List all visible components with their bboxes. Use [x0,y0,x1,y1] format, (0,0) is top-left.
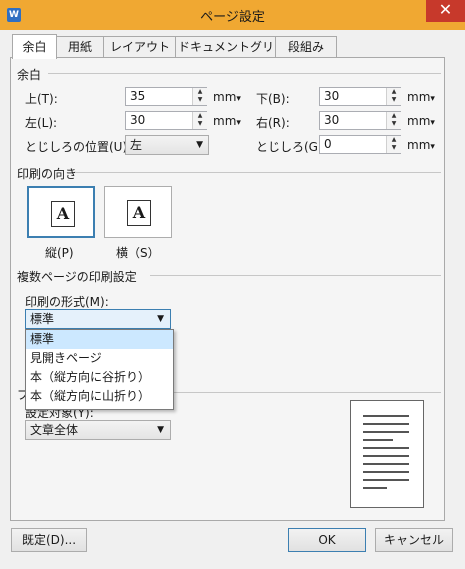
unit-text: mm [407,138,431,152]
section-divider [76,172,441,173]
apply-to-select[interactable]: 文章全体 ▼ [25,420,171,440]
bottom-margin-value: 30 [324,89,340,103]
left-margin-unit[interactable]: mm▾ [213,114,241,128]
tab-paper[interactable]: 用紙 [55,36,105,57]
preview-line [363,479,409,481]
gutter-position-select[interactable]: 左 ▼ [125,135,209,155]
top-margin-spinner[interactable]: ▲ ▼ [192,88,207,105]
preview-line [363,455,409,457]
chevron-down-icon: ▾ [430,142,435,152]
section-orientation: 印刷の向き [17,167,78,181]
gutter-label: とじしろ(G): [256,140,327,154]
gutter-spinner[interactable]: ▲ ▼ [386,136,401,153]
unit-text: mm [407,90,431,104]
top-margin-unit[interactable]: mm▾ [213,90,241,104]
close-button[interactable]: ✕ [426,0,465,22]
tab-layout[interactable]: レイアウト [103,36,177,57]
print-format-label: 印刷の形式(M): [25,295,109,309]
print-format-dropdown: 標準 見開きページ 本（縦方向に谷折り） 本（縦方向に山折り） [25,329,174,410]
preview-line [363,423,409,425]
landscape-label: 横（S） [116,246,160,260]
section-margins: 余白 [17,68,42,82]
right-margin-spinner[interactable]: ▲ ▼ [386,112,401,129]
chevron-down-icon: ▼ [196,140,203,150]
left-margin-label: 左(L): [25,116,58,130]
chevron-down-icon: ▼ [157,425,164,435]
left-margin-spinner[interactable]: ▲ ▼ [192,112,207,129]
right-margin-value: 30 [324,113,340,127]
tab-margins[interactable]: 余白 [12,34,57,59]
dropdown-option-book-mountain[interactable]: 本（縦方向に山折り） [26,387,173,406]
gutter-position-label: とじしろの位置(U): [25,140,132,154]
gutter-position-value: 左 [130,138,143,152]
left-margin-value: 30 [130,113,146,127]
unit-text: mm [213,114,237,128]
unit-text: mm [213,90,237,104]
chevron-down-icon: ▾ [430,118,435,128]
ok-button[interactable]: OK [288,528,366,552]
preview-line [363,431,409,433]
tab-columns[interactable]: 段組み [275,36,337,57]
section-divider [48,73,441,74]
preview-line [363,487,387,489]
preview-line [363,447,409,449]
bottom-margin-label: 下(B): [256,92,290,106]
right-margin-unit[interactable]: mm▾ [407,114,435,128]
chevron-down-icon: ▾ [430,94,435,104]
preview-line [363,463,409,465]
cancel-button[interactable]: キャンセル [375,528,453,552]
top-margin-value: 35 [130,89,146,103]
print-format-value: 標準 [30,312,55,326]
dropdown-option-book-valley[interactable]: 本（縦方向に谷折り） [26,368,173,387]
chevron-down-icon: ▾ [236,118,241,128]
gutter-value: 0 [324,137,332,151]
unit-text: mm [407,114,431,128]
landscape-button[interactable]: A [104,186,172,238]
preview-line [363,471,409,473]
landscape-page-icon: A [127,200,151,226]
default-button[interactable]: 既定(D)... [11,528,87,552]
window-title: ページ設定 [200,10,265,25]
tab-document-grid[interactable]: ドキュメントグリッド [175,36,277,74]
section-multi-page: 複数ページの印刷設定 [17,270,137,284]
preview-line [363,415,409,417]
top-margin-label: 上(T): [25,92,58,106]
dropdown-option-spread[interactable]: 見開きページ [26,349,173,368]
preview-line [363,439,393,441]
print-format-select[interactable]: 標準 ▼ [25,309,171,329]
page-preview [350,400,424,508]
section-divider [150,275,441,276]
portrait-button[interactable]: A [27,186,95,238]
chevron-down-icon: ▼ [157,314,164,324]
bottom-margin-spinner[interactable]: ▲ ▼ [386,88,401,105]
gutter-unit[interactable]: mm▾ [407,138,435,152]
dropdown-option-standard[interactable]: 標準 [26,330,173,349]
portrait-page-icon: A [51,201,75,227]
apply-to-value: 文章全体 [30,423,79,437]
portrait-label: 縦(P) [45,246,74,260]
right-margin-label: 右(R): [256,116,290,130]
chevron-down-icon: ▾ [236,94,241,104]
bottom-margin-unit[interactable]: mm▾ [407,90,435,104]
